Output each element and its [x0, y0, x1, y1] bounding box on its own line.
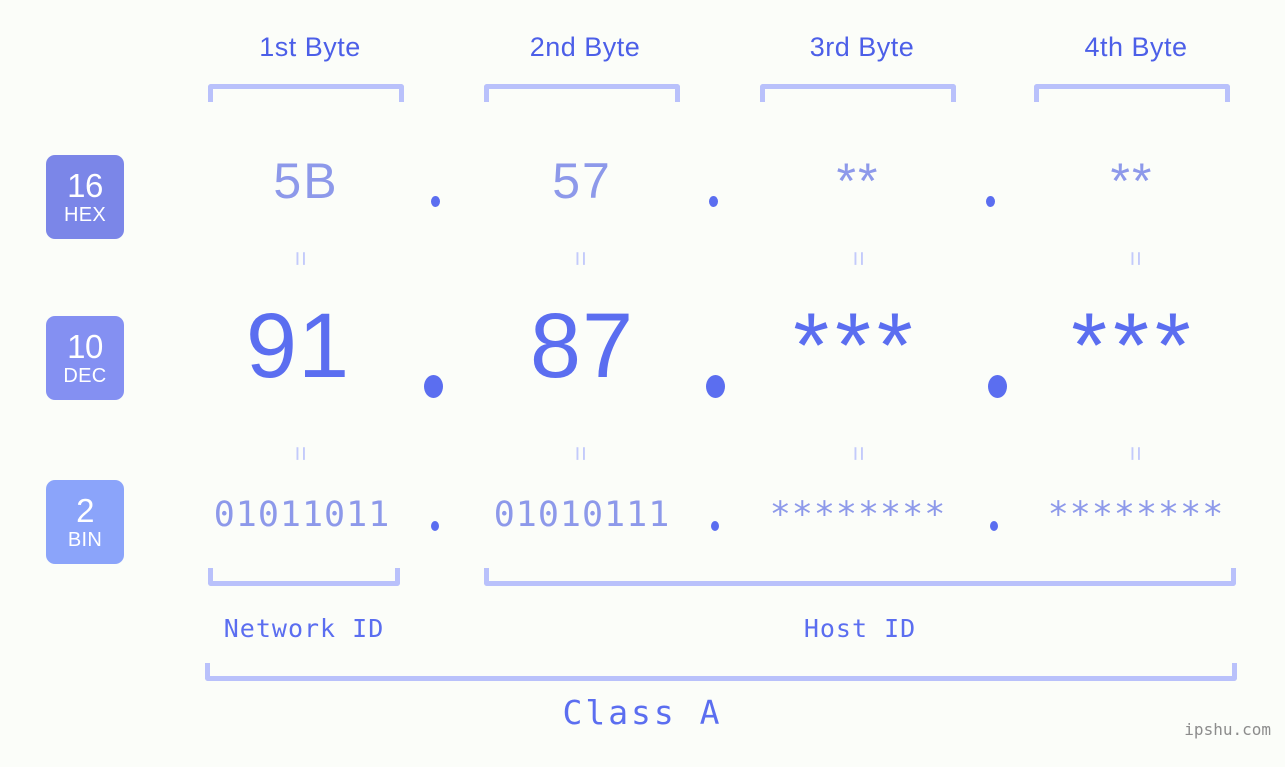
dec-separator-dot-3 — [988, 375, 1007, 398]
bin-byte-2: 01010111 — [493, 495, 671, 535]
equals-mark-dec-bin-4: = — [1121, 446, 1151, 465]
site-watermark: ipshu.com — [1184, 720, 1271, 739]
dec-byte-2: 87 — [529, 295, 635, 397]
base-badge-dec-name: DEC — [63, 365, 107, 387]
host-id-bracket — [484, 568, 1236, 586]
class-label: Class A — [562, 693, 723, 732]
hex-byte-3: ** — [836, 153, 880, 209]
hex-separator-dot-2 — [709, 196, 718, 207]
byte-bracket-4 — [1034, 84, 1230, 102]
equals-mark-dec-bin-1: = — [286, 446, 316, 465]
dec-separator-dot-1 — [424, 375, 443, 398]
hex-byte-1: 5B — [273, 153, 339, 209]
class-bracket — [205, 663, 1237, 681]
byte-header-3: 3rd Byte — [809, 32, 915, 62]
network-id-label: Network ID — [223, 614, 385, 643]
bin-separator-dot-2 — [711, 521, 719, 531]
base-badge-dec-number: 10 — [67, 328, 103, 365]
byte-bracket-1 — [208, 84, 404, 102]
network-id-bracket — [208, 568, 400, 586]
dec-byte-4: *** — [1071, 295, 1197, 397]
dec-byte-3: *** — [793, 295, 919, 397]
ip-address-breakdown-diagram: 1st Byte 2nd Byte 3rd Byte 4th Byte 16 H… — [0, 0, 1285, 767]
equals-mark-dec-bin-3: = — [844, 446, 874, 465]
hex-byte-2: 57 — [552, 153, 612, 209]
byte-header-1: 1st Byte — [259, 32, 361, 62]
bin-separator-dot-3 — [990, 521, 998, 531]
byte-header-2: 2nd Byte — [529, 32, 641, 62]
equals-mark-hex-dec-4: = — [1121, 251, 1151, 270]
base-badge-hex-number: 16 — [67, 167, 103, 204]
dec-byte-1: 91 — [245, 295, 351, 397]
hex-separator-dot-1 — [431, 196, 440, 207]
base-badge-bin-name: BIN — [67, 529, 103, 551]
base-badge-hex: 16 HEX — [46, 155, 124, 239]
bin-byte-3: ******** — [769, 495, 947, 535]
base-badge-bin: 2 BIN — [46, 480, 124, 564]
equals-mark-hex-dec-2: = — [566, 251, 596, 270]
equals-mark-hex-dec-1: = — [286, 251, 316, 270]
host-id-label: Host ID — [803, 614, 917, 643]
bin-byte-4: ******** — [1047, 495, 1225, 535]
byte-bracket-3 — [760, 84, 956, 102]
base-badge-hex-name: HEX — [63, 204, 107, 226]
bin-separator-dot-1 — [431, 521, 439, 531]
bin-byte-1: 01011011 — [213, 495, 391, 535]
dec-separator-dot-2 — [706, 375, 725, 398]
byte-header-4: 4th Byte — [1084, 32, 1188, 62]
equals-mark-hex-dec-3: = — [844, 251, 874, 270]
equals-mark-dec-bin-2: = — [566, 446, 596, 465]
hex-separator-dot-3 — [986, 196, 995, 207]
byte-bracket-2 — [484, 84, 680, 102]
base-badge-bin-number: 2 — [76, 492, 94, 529]
base-badge-dec: 10 DEC — [46, 316, 124, 400]
hex-byte-4: ** — [1110, 153, 1154, 209]
